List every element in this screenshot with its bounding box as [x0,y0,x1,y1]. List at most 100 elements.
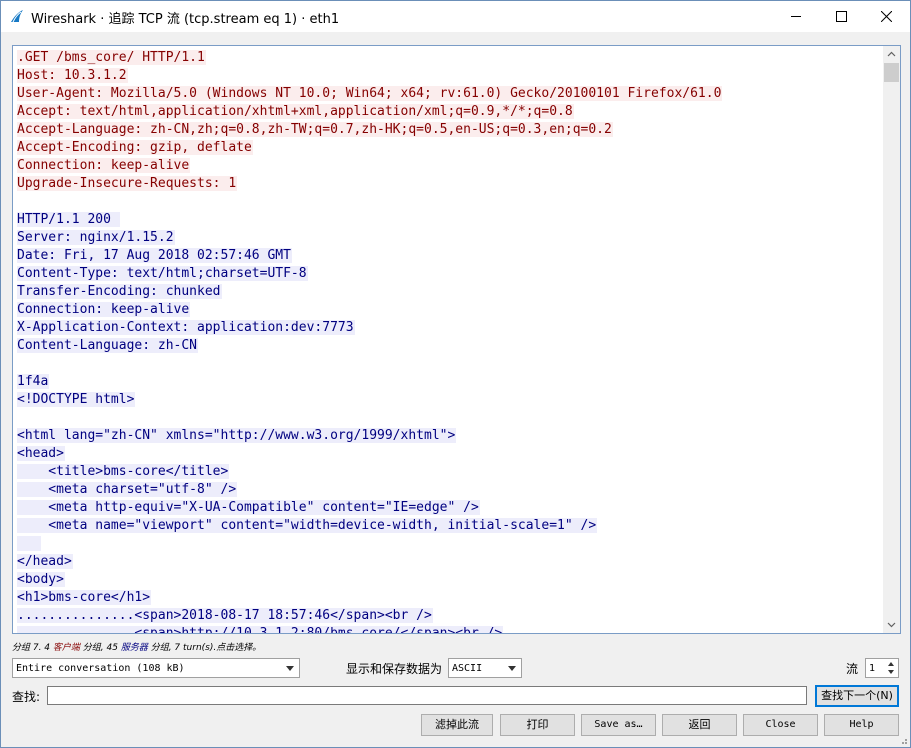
stream-line: </head> [17,553,883,571]
stream-line: <!DOCTYPE html> [17,391,883,409]
server-text: <html lang="zh-CN" xmlns="http://www.w3.… [17,428,457,443]
stream-line: <body> [17,571,883,589]
filter-out-button[interactable]: 滤掉此流 [421,714,493,736]
spin-up-icon[interactable] [885,660,897,668]
find-input[interactable] [47,686,807,705]
stream-line: Transfer-Encoding: chunked [17,283,883,301]
follow-tcp-stream-window: Wireshark · 追踪 TCP 流 (tcp.stream eq 1) ·… [0,0,911,748]
stream-line [17,193,883,211]
server-text: Transfer-Encoding: chunked [17,284,222,299]
server-text: ...............<span>2018-08-17 18:57:46… [17,608,433,623]
window-title: Wireshark · 追踪 TCP 流 (tcp.stream eq 1) ·… [31,12,340,27]
close-button[interactable]: Close [743,714,818,736]
conversation-select[interactable]: Entire conversation (108 kB) [12,658,300,678]
stream-line: Upgrade-Insecure-Requests: 1 [17,175,883,193]
back-button[interactable]: 返回 [662,714,737,736]
server-text: <head> [17,446,65,461]
stream-line [17,535,883,553]
chevron-down-icon [887,622,896,628]
spin-down-icon[interactable] [885,668,897,676]
close-window-button[interactable] [864,1,909,32]
stream-line: ...............<span>2018-08-17 18:57:46… [17,607,883,625]
stream-text-view[interactable]: .GET /bms_core/ HTTP/1.1 Host: 10.3.1.2 Us… [12,45,901,634]
server-text: <body> [17,572,65,587]
stream-line: <head> [17,445,883,463]
dropdown-arrow-icon [508,666,516,671]
stream-content: .GET /bms_core/ HTTP/1.1 Host: 10.3.1.2 Us… [17,49,883,633]
server-text: Date: Fri, 17 Aug 2018 02:57:46 GMT [17,248,292,263]
server-text: Server: nginx/1.15.2 [17,230,175,245]
status-suffix: 分组, 7 turn(s).点击选择。 [147,643,262,653]
server-text: 1f4a [17,374,50,389]
scroll-up-button[interactable] [883,46,900,63]
client-text: Accept-Encoding: gzip, deflate [17,140,253,155]
server-text: Content-Type: text/html;charset=UTF-8 [17,266,308,281]
save-as-button[interactable]: Save as… [581,714,656,736]
resize-grip-icon[interactable] [898,735,908,745]
close-icon [881,11,892,22]
client-text: Upgrade-Insecure-Requests: 1 [17,176,238,191]
server-text [17,536,42,551]
stream-line: X-Application-Context: application:dev:7… [17,319,883,337]
print-button[interactable]: 打印 [500,714,575,736]
server-text: <meta charset="utf-8" /> [17,482,238,497]
server-text: <span>http://10.3.1.2:80/bms_core/</span… [17,626,504,633]
stream-line: <span>http://10.3.1.2:80/bms_core/</span… [17,625,883,633]
stream-line: Content-Language: zh-CN [17,337,883,355]
encoding-select[interactable]: ASCII [448,658,522,678]
stream-line: Server: nginx/1.15.2 [17,229,883,247]
help-button[interactable]: Help [824,714,899,736]
server-text: <!DOCTYPE html> [17,392,136,407]
status-server-label: 服务器 [120,643,148,653]
minimize-icon [791,16,801,17]
stream-line: Date: Fri, 17 Aug 2018 02:57:46 GMT [17,247,883,265]
server-text: <meta name="viewport" content="width=dev… [17,518,598,533]
maximize-icon [836,11,847,22]
stream-line: .GET /bms_core/ HTTP/1.1 [17,49,883,67]
stream-line: <h1>bms-core</h1> [17,589,883,607]
title-bar: Wireshark · 追踪 TCP 流 (tcp.stream eq 1) ·… [1,1,910,32]
server-text: <title>bms-core</title> [17,464,230,479]
server-text: <meta http-equiv="X-UA-Compatible" conte… [17,500,480,515]
vertical-scrollbar[interactable] [883,46,900,633]
encoding-select-value: ASCII [452,663,483,674]
client-text: .GET /bms_core/ HTTP/1.1 [17,50,206,65]
client-text: User-Agent: Mozilla/5.0 (Windows NT 10.0… [17,86,723,101]
status-client-label: 客户端 [52,643,80,653]
server-text: X-Application-Context: application:dev:7… [17,320,355,335]
server-text: Content-Language: zh-CN [17,338,199,353]
stream-line [17,355,883,373]
stream-line: <title>bms-core</title> [17,463,883,481]
client-text: Host: 10.3.1.2 [17,68,128,83]
status-prefix: 分组 7. 4 [12,643,53,653]
stream-line: User-Agent: Mozilla/5.0 (Windows NT 10.0… [17,85,883,103]
client-text: Connection: keep-alive [17,158,191,173]
show-as-label: 显示和保存数据为 [346,662,443,676]
find-next-button[interactable]: 查找下一个(N) [815,685,899,707]
stream-line: Accept-Language: zh-CN,zh;q=0.8,zh-TW;q=… [17,121,883,139]
stream-status-text: 分组 7. 4 客户端 分组, 45 服务器 分组, 7 turn(s).点击选… [12,640,261,653]
wireshark-fin-icon [11,10,23,23]
stream-line: HTTP/1.1 200 [17,211,883,229]
stream-line: Accept: text/html,application/xhtml+xml,… [17,103,883,121]
stream-line [17,409,883,427]
scroll-thumb[interactable] [884,63,899,82]
chevron-up-icon [887,51,896,57]
maximize-button[interactable] [819,1,864,32]
find-label: 查找: [12,690,41,704]
server-text: <h1>bms-core</h1> [17,590,152,605]
stream-number-value: 1 [869,663,876,674]
stream-line: Accept-Encoding: gzip, deflate [17,139,883,157]
minimize-button[interactable] [774,1,819,32]
stream-number-spinbox[interactable]: 1 [865,658,899,678]
server-text: HTTP/1.1 200 [17,212,120,227]
stream-label: 流 [846,662,859,676]
stream-line: <meta name="viewport" content="width=dev… [17,517,883,535]
stream-line: <meta charset="utf-8" /> [17,481,883,499]
scroll-down-button[interactable] [883,616,900,633]
dropdown-arrow-icon [286,666,294,671]
stream-line: Host: 10.3.1.2 [17,67,883,85]
server-text: Connection: keep-alive [17,302,191,317]
server-text: </head> [17,554,73,569]
stream-line: Connection: keep-alive [17,157,883,175]
